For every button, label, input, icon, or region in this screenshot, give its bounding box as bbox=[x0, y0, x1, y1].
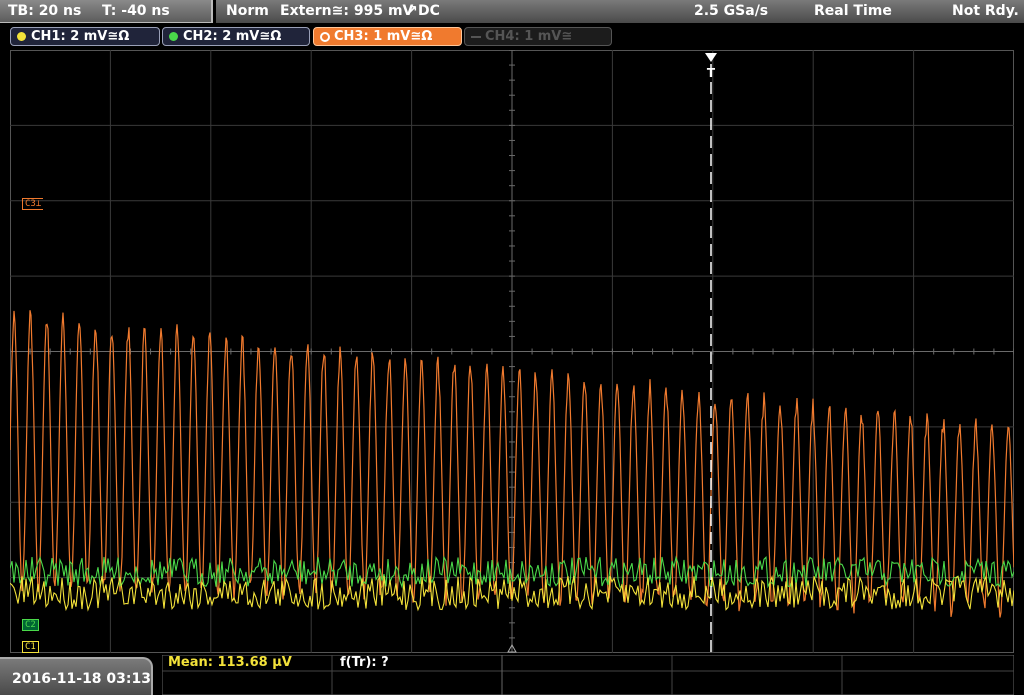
sample-rate: 2.5 GSa/s bbox=[694, 3, 769, 19]
trigger-coupling: DC bbox=[418, 3, 440, 19]
waveform-display[interactable]: T C3⊥ C2 C1 bbox=[10, 50, 1014, 653]
channel-2-label: CH2: 2 mV≅Ω bbox=[183, 29, 282, 44]
channel-1-dot-icon bbox=[17, 32, 26, 41]
datetime-label: 2016-11-18 03:13 bbox=[12, 671, 151, 687]
acquisition-panel[interactable]: Norm Extern≅: 995 mV ↗ DC 2.5 GSa/s Real… bbox=[216, 0, 1024, 23]
trigger-slope-icon: ↗ bbox=[406, 3, 418, 19]
timebase-label: TB: 20 ns bbox=[8, 3, 82, 19]
channel-4-button[interactable]: CH4: 1 mV≅ bbox=[464, 27, 612, 46]
channel-1-offset-marker[interactable]: C1 bbox=[22, 641, 39, 653]
frequency-measurement: f(Tr): ? bbox=[340, 655, 389, 670]
channel-4-dash-icon bbox=[471, 36, 481, 38]
measurement-panel[interactable]: Mean: 113.68 µV f(Tr): ? bbox=[162, 655, 1014, 695]
status-bar: TB: 20 ns T: -40 ns Norm Extern≅: 995 mV… bbox=[0, 0, 1024, 24]
channel-1-label: CH1: 2 mV≅Ω bbox=[31, 29, 130, 44]
trigger-source: Extern≅: 995 mV bbox=[280, 3, 414, 19]
channel-2-button[interactable]: CH2: 2 mV≅Ω bbox=[162, 27, 310, 46]
run-status: Not Rdy. bbox=[952, 3, 1019, 19]
trigger-label: T bbox=[707, 66, 716, 80]
channel-1-button[interactable]: CH1: 2 mV≅Ω bbox=[10, 27, 160, 46]
trigger-time-label: T: -40 ns bbox=[102, 3, 170, 19]
channel-4-label: CH4: 1 mV≅ bbox=[485, 29, 573, 44]
channel-3-button[interactable]: CH3: 1 mV≅Ω bbox=[313, 27, 462, 46]
channel-3-label: CH3: 1 mV≅Ω bbox=[334, 29, 433, 44]
channel-strip: CH1: 2 mV≅Ω CH2: 2 mV≅Ω CH3: 1 mV≅Ω CH4:… bbox=[0, 24, 1024, 48]
channel-3-dot-icon bbox=[320, 32, 330, 42]
acquisition-mode: Real Time bbox=[814, 3, 892, 19]
bottom-bar: 2016-11-18 03:13 Mean: 113.68 µV f(Tr): … bbox=[0, 655, 1024, 695]
channel-3-offset-marker[interactable]: C3⊥ bbox=[22, 198, 44, 210]
channel-2-dot-icon bbox=[169, 32, 178, 41]
mean-measurement: Mean: 113.68 µV bbox=[168, 655, 292, 670]
timebase-panel[interactable]: TB: 20 ns T: -40 ns bbox=[0, 0, 213, 23]
trigger-arrow-icon bbox=[705, 53, 717, 62]
trigger-mode: Norm bbox=[226, 3, 269, 19]
channel-2-offset-marker[interactable]: C2 bbox=[22, 619, 39, 631]
datetime-panel: 2016-11-18 03:13 bbox=[0, 657, 153, 695]
waveform-canvas: T bbox=[10, 50, 1014, 653]
